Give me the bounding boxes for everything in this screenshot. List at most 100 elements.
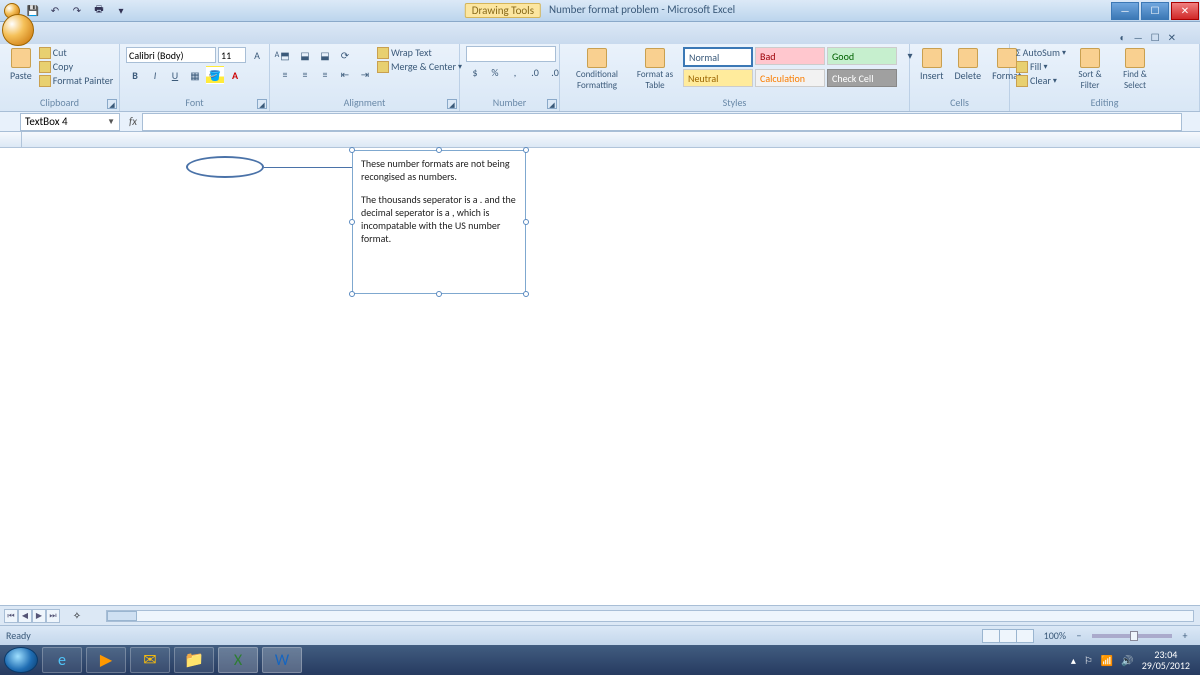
- zoom-in-icon[interactable]: +: [1176, 627, 1194, 645]
- sheet-nav-last[interactable]: ⏭: [46, 609, 60, 623]
- formula-input[interactable]: [142, 113, 1182, 131]
- copy-button[interactable]: Copy: [39, 60, 113, 73]
- clipboard-dialog-launcher[interactable]: ◢: [107, 99, 117, 109]
- decrease-indent-icon[interactable]: ⇤: [336, 65, 354, 83]
- sheet-nav-next[interactable]: ▶: [32, 609, 46, 623]
- align-bottom-icon[interactable]: ⬓: [316, 46, 334, 64]
- sheet-nav-first[interactable]: ⏮: [4, 609, 18, 623]
- taskbar-word[interactable]: W: [262, 647, 302, 673]
- align-center-icon[interactable]: ≡: [296, 65, 314, 83]
- tray-up-icon[interactable]: ▴: [1071, 654, 1076, 667]
- taskbar-excel[interactable]: X: [218, 647, 258, 673]
- fill-button[interactable]: Fill▾: [1016, 60, 1066, 73]
- align-top-icon[interactable]: ⬒: [276, 46, 294, 64]
- insert-cells-button[interactable]: Insert: [916, 46, 948, 84]
- zoom-slider[interactable]: [1092, 634, 1172, 638]
- align-left-icon[interactable]: ≡: [276, 65, 294, 83]
- merge-center-button[interactable]: Merge & Center▾: [377, 60, 462, 73]
- align-middle-icon[interactable]: ⬓: [296, 46, 314, 64]
- wrap-text-button[interactable]: Wrap Text: [377, 46, 462, 59]
- folder-icon: 📁: [184, 650, 204, 670]
- format-as-table-button[interactable]: Format as Table: [631, 46, 679, 93]
- document-title: Number format problem - Microsoft Excel: [549, 3, 735, 18]
- font-dialog-launcher[interactable]: ◢: [257, 99, 267, 109]
- increase-decimal-icon[interactable]: .0: [526, 63, 544, 81]
- grow-font-icon[interactable]: A: [248, 46, 266, 64]
- comma-format-icon[interactable]: ,: [506, 63, 524, 81]
- redo-icon[interactable]: ↷: [68, 2, 86, 20]
- cut-button[interactable]: Cut: [39, 46, 113, 59]
- eraser-icon: [1016, 75, 1028, 87]
- tray-network-icon[interactable]: 📶: [1101, 654, 1113, 667]
- office-button[interactable]: [2, 14, 34, 46]
- textbox-shape[interactable]: These number formats are not being recon…: [352, 150, 526, 294]
- style-bad[interactable]: Bad: [755, 47, 825, 65]
- start-button[interactable]: [4, 647, 38, 673]
- fx-icon[interactable]: fx: [124, 115, 142, 128]
- zoom-out-icon[interactable]: −: [1070, 627, 1088, 645]
- style-normal[interactable]: Normal: [683, 47, 753, 67]
- qat-more-icon[interactable]: ▾: [112, 2, 130, 20]
- conditional-formatting-button[interactable]: Conditional Formatting: [566, 46, 628, 93]
- clear-button[interactable]: Clear▾: [1016, 74, 1066, 87]
- align-right-icon[interactable]: ≡: [316, 65, 334, 83]
- autosum-button[interactable]: Σ AutoSum▾: [1016, 46, 1066, 59]
- minimize-ribbon-icon[interactable]: —: [1134, 31, 1143, 44]
- font-size-combo[interactable]: [218, 47, 246, 63]
- style-good[interactable]: Good: [827, 47, 897, 65]
- tray-clock[interactable]: 23:0429/05/2012: [1142, 649, 1190, 671]
- italic-button[interactable]: I: [146, 66, 164, 84]
- contextual-tab-label: Drawing Tools: [465, 3, 541, 18]
- percent-format-icon[interactable]: %: [486, 63, 504, 81]
- style-calculation[interactable]: Calculation: [755, 69, 825, 87]
- accounting-format-icon[interactable]: $: [466, 63, 484, 81]
- sheet-nav-prev[interactable]: ◀: [18, 609, 32, 623]
- delete-cells-button[interactable]: Delete: [951, 46, 986, 84]
- paste-button[interactable]: Paste: [6, 46, 36, 84]
- worksheet-grid[interactable]: These number formats are not being recon…: [0, 132, 1200, 605]
- status-bar: Ready 100% − +: [0, 625, 1200, 645]
- taskbar-media[interactable]: ▶: [86, 647, 126, 673]
- callout-leader: [264, 167, 352, 168]
- border-button[interactable]: ▦: [186, 66, 204, 84]
- view-pagebreak-icon[interactable]: [1016, 629, 1034, 643]
- insert-icon: [922, 48, 942, 68]
- ribbon: Paste Cut Copy Format Painter Clipboard …: [0, 44, 1200, 112]
- number-format-combo[interactable]: [466, 46, 556, 62]
- excel-tb-icon: X: [234, 651, 242, 670]
- format-painter-button[interactable]: Format Painter: [39, 74, 113, 87]
- restore-workbook-icon[interactable]: ☐: [1151, 31, 1160, 44]
- view-normal-icon[interactable]: [982, 629, 1000, 643]
- undo-icon[interactable]: ↶: [46, 2, 64, 20]
- view-layout-icon[interactable]: [999, 629, 1017, 643]
- style-check-cell[interactable]: Check Cell: [827, 69, 897, 87]
- taskbar-explorer[interactable]: 📁: [174, 647, 214, 673]
- number-dialog-launcher[interactable]: ◢: [547, 99, 557, 109]
- fill-color-button[interactable]: 🪣: [206, 66, 224, 84]
- select-all-corner[interactable]: [0, 132, 22, 147]
- help-icon[interactable]: ◐: [1120, 31, 1126, 44]
- horizontal-scrollbar[interactable]: [106, 610, 1194, 622]
- zoom-level[interactable]: 100%: [1044, 629, 1066, 642]
- underline-button[interactable]: U: [166, 66, 184, 84]
- tray-flag-icon[interactable]: ⚐: [1084, 654, 1093, 667]
- close-workbook-icon[interactable]: ✕: [1168, 31, 1176, 44]
- tray-volume-icon[interactable]: 🔊: [1121, 654, 1133, 667]
- close-button[interactable]: ✕: [1171, 2, 1199, 20]
- sort-filter-button[interactable]: Sort & Filter: [1069, 46, 1111, 93]
- taskbar-outlook[interactable]: ✉: [130, 647, 170, 673]
- style-neutral[interactable]: Neutral: [683, 69, 753, 87]
- taskbar-ie[interactable]: e: [42, 647, 82, 673]
- bold-button[interactable]: B: [126, 66, 144, 84]
- font-color-button[interactable]: A: [226, 66, 244, 84]
- print-icon[interactable]: 🖶: [90, 2, 108, 20]
- orientation-icon[interactable]: ⟳: [336, 46, 354, 64]
- name-box[interactable]: TextBox 4▼: [20, 113, 120, 131]
- alignment-dialog-launcher[interactable]: ◢: [447, 99, 457, 109]
- minimize-button[interactable]: —: [1111, 2, 1139, 20]
- new-sheet-icon[interactable]: ✧: [68, 607, 86, 625]
- increase-indent-icon[interactable]: ⇥: [356, 65, 374, 83]
- maximize-button[interactable]: ☐: [1141, 2, 1169, 20]
- font-name-combo[interactable]: [126, 47, 216, 63]
- find-select-button[interactable]: Find & Select: [1114, 46, 1156, 93]
